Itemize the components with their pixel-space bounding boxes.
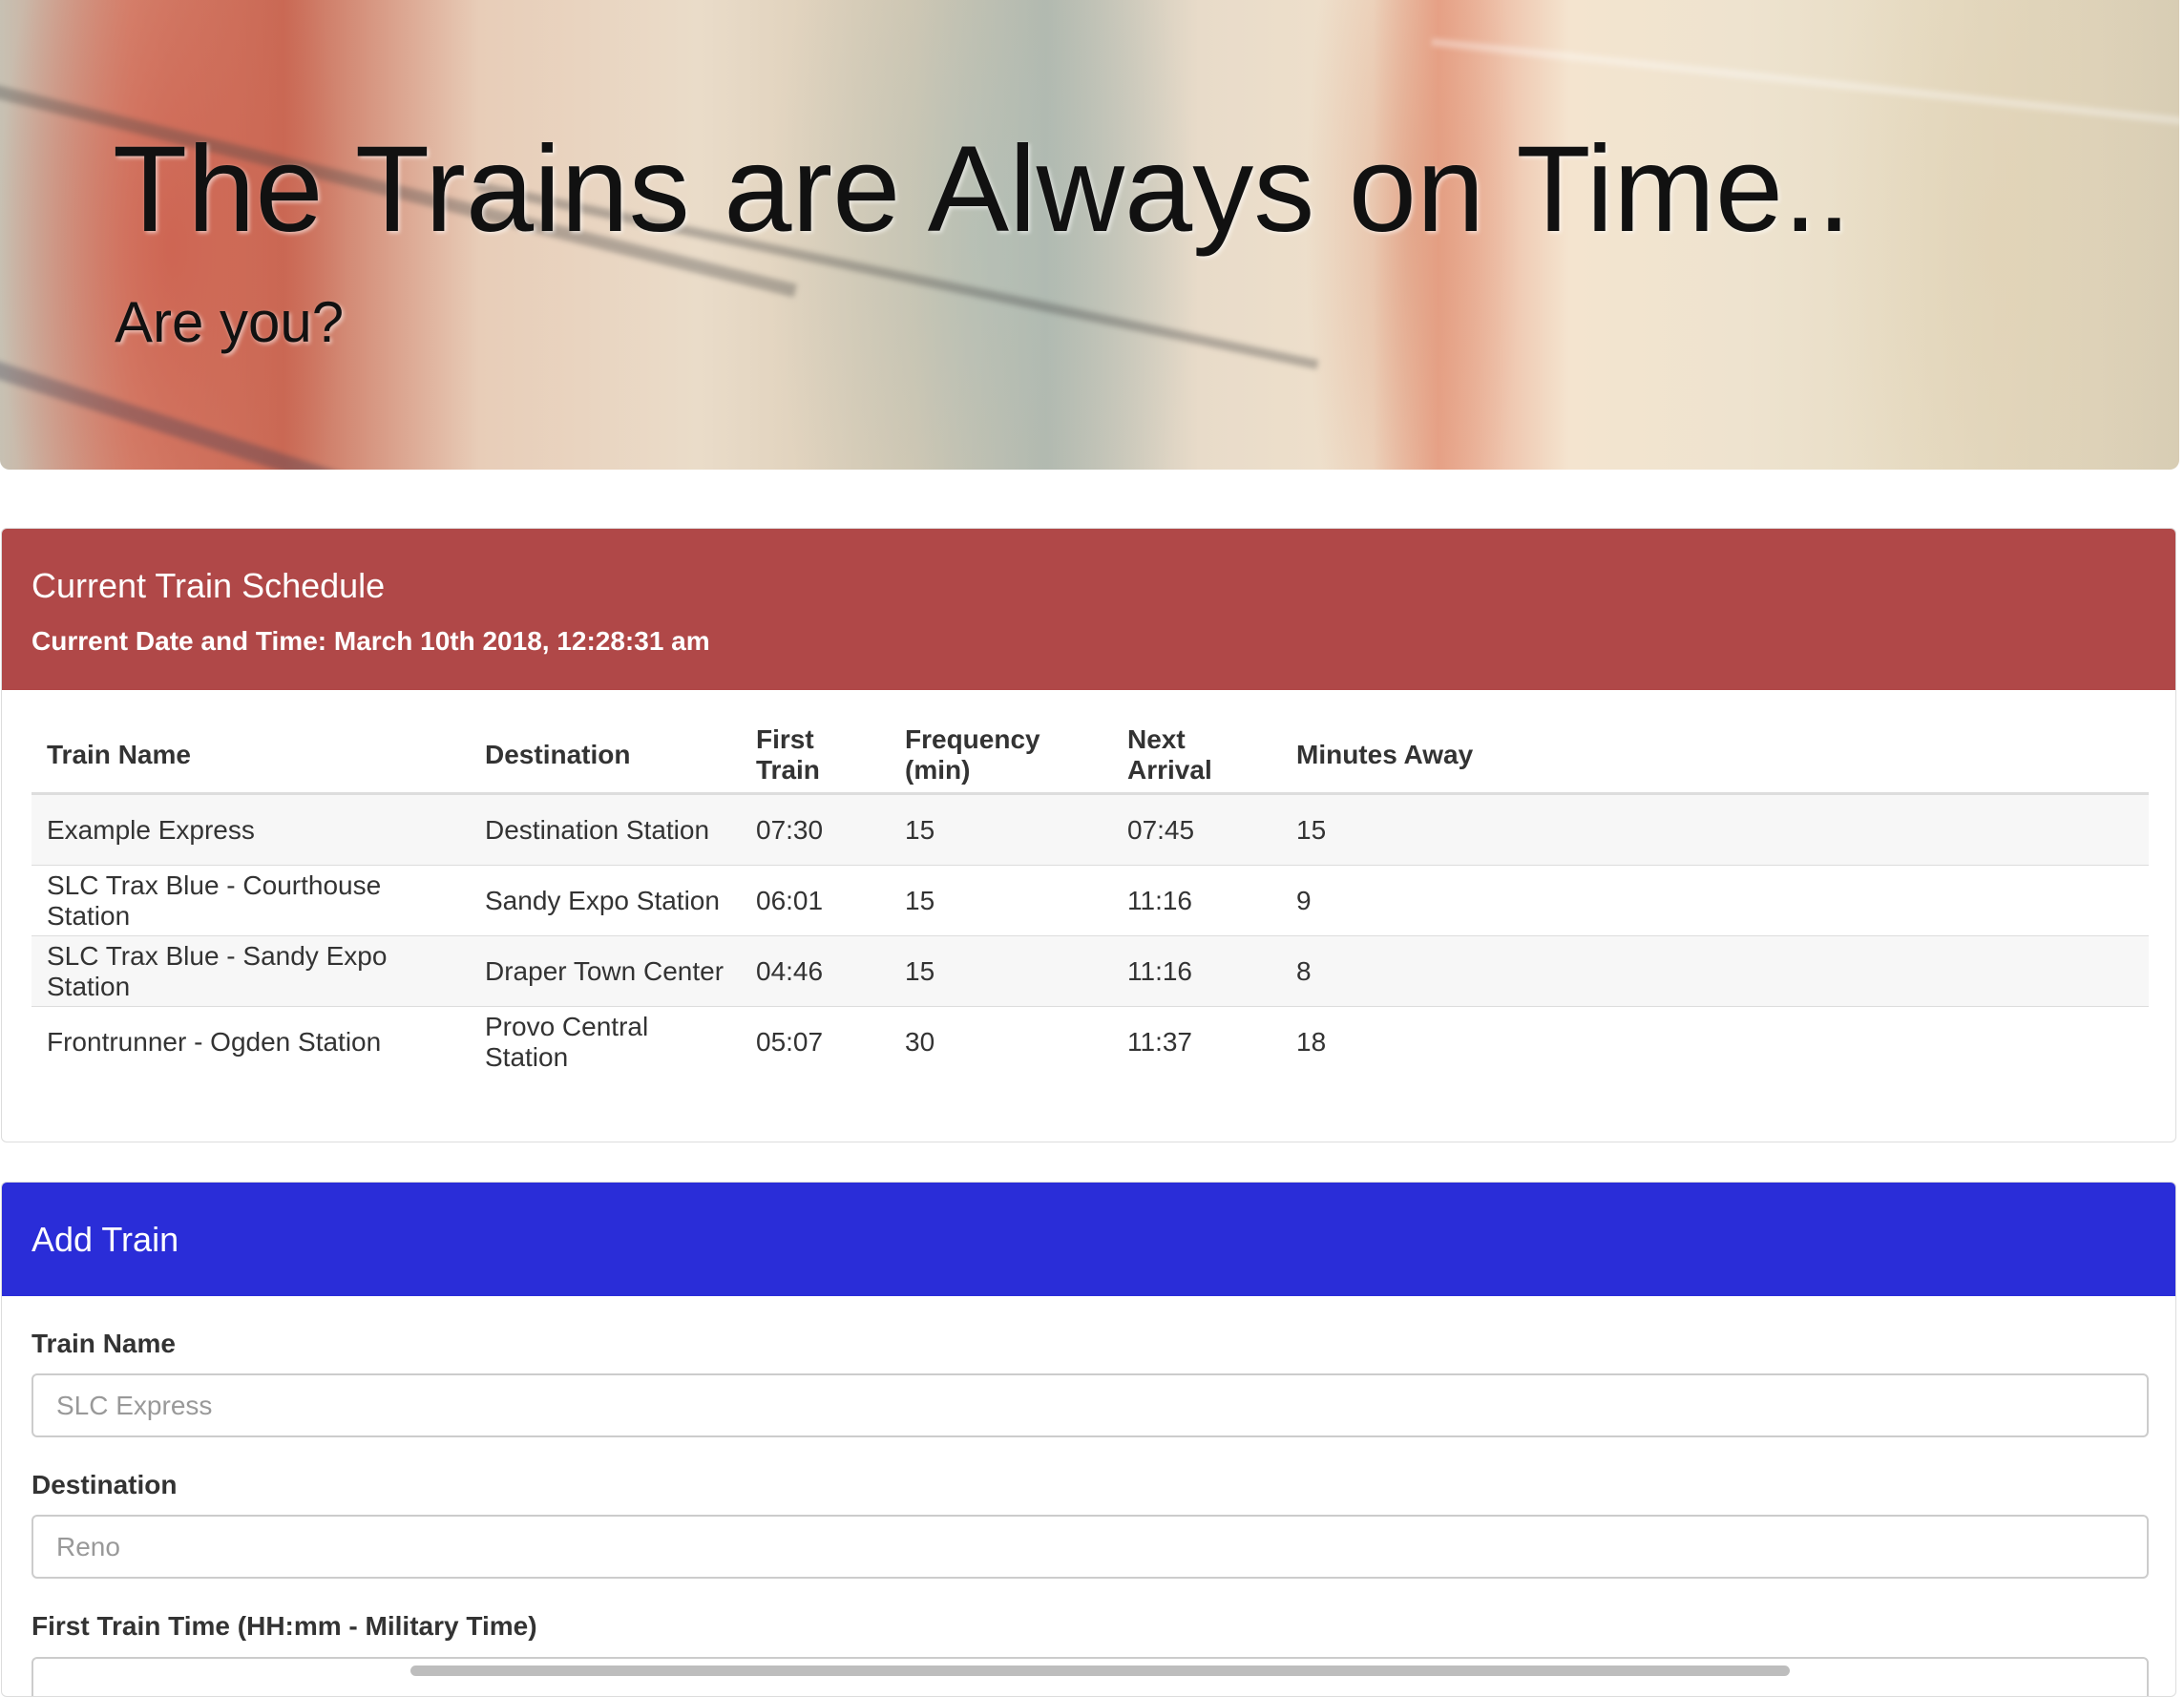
cell-first-train: 06:01 — [741, 865, 890, 936]
column-header-first-train: First Train — [741, 718, 890, 795]
cell-train-name: Example Express — [32, 793, 470, 866]
cell-minutes-away: 15 — [1281, 793, 2149, 866]
table-row: SLC Trax Blue - Sandy Expo Station Drape… — [32, 935, 2149, 1007]
cell-train-name: SLC Trax Blue - Courthouse Station — [32, 865, 470, 936]
hero-subtitle: Are you? — [115, 290, 345, 354]
cell-first-train: 07:30 — [741, 793, 890, 866]
horizontal-scrollbar[interactable] — [410, 1666, 1790, 1676]
cell-first-train: 04:46 — [741, 935, 890, 1007]
cell-train-name: SLC Trax Blue - Sandy Expo Station — [32, 935, 470, 1007]
cell-first-train: 05:07 — [756, 1026, 824, 1057]
cell-frequency: 15 — [890, 935, 1112, 1007]
table-row: Example Express Destination Station 07:3… — [32, 793, 2149, 866]
motion-streak — [1431, 38, 2179, 126]
schedule-table: Train Name Destination First Train Frequ… — [32, 718, 2149, 1077]
add-train-panel-heading: Add Train — [2, 1183, 2175, 1296]
cell-frequency: 15 — [890, 793, 1112, 866]
table-row: SLC Trax Blue - Courthouse Station Sandy… — [32, 865, 2149, 936]
cell-train-name: Frontrunner - Ogden Station — [47, 1026, 382, 1057]
cell-next-arrival: 07:45 — [1112, 793, 1281, 866]
table-header-row: Train Name Destination First Train Frequ… — [32, 718, 2149, 795]
column-header-destination: Destination — [470, 718, 741, 795]
schedule-title: Current Train Schedule — [32, 566, 386, 605]
hero-title: The Trains are Always on Time.. — [113, 121, 1852, 258]
current-datetime: Current Date and Time: March 10th 2018, … — [32, 625, 710, 656]
schedule-panel: Current Train Schedule Current Date and … — [1, 528, 2176, 1142]
destination-input[interactable] — [32, 1515, 2149, 1579]
first-train-time-input[interactable] — [32, 1657, 2149, 1696]
hero-banner: The Trains are Always on Time.. Are you? — [0, 0, 2179, 470]
add-train-title: Add Train — [32, 1219, 179, 1259]
cell-destination: Provo Central Station — [485, 1011, 649, 1072]
column-header-train-name: Train Name — [32, 718, 470, 795]
cell-frequency: 15 — [890, 865, 1112, 936]
cell-minutes-away: 9 — [1281, 865, 2149, 936]
first-train-time-label: First Train Time (HH:mm - Military Time) — [32, 1611, 537, 1641]
cell-destination: Draper Town Center — [470, 935, 741, 1007]
column-header-frequency: Frequency (min) — [890, 718, 1112, 795]
train-name-input[interactable] — [32, 1373, 2149, 1437]
cell-next-arrival: 11:37 — [1127, 1026, 1192, 1057]
column-header-next-arrival: Next Arrival — [1112, 718, 1281, 795]
cell-frequency: 30 — [905, 1026, 935, 1057]
schedule-panel-heading: Current Train Schedule Current Date and … — [2, 529, 2175, 690]
table-row: Frontrunner - Ogden Station Provo Centra… — [32, 1007, 2149, 1078]
destination-label: Destination — [32, 1470, 178, 1499]
column-header-minutes-away: Minutes Away — [1281, 718, 2149, 795]
cell-next-arrival: 11:16 — [1112, 865, 1281, 936]
cell-destination: Sandy Expo Station — [470, 865, 741, 936]
train-name-label: Train Name — [32, 1329, 176, 1358]
cell-minutes-away: 8 — [1281, 935, 2149, 1007]
motion-streak — [0, 344, 581, 470]
cell-destination: Destination Station — [470, 793, 741, 866]
cell-next-arrival: 11:16 — [1112, 935, 1281, 1007]
cell-minutes-away: 18 — [1296, 1026, 1327, 1057]
add-train-panel: Add Train Train Name Destination First T… — [1, 1182, 2176, 1697]
